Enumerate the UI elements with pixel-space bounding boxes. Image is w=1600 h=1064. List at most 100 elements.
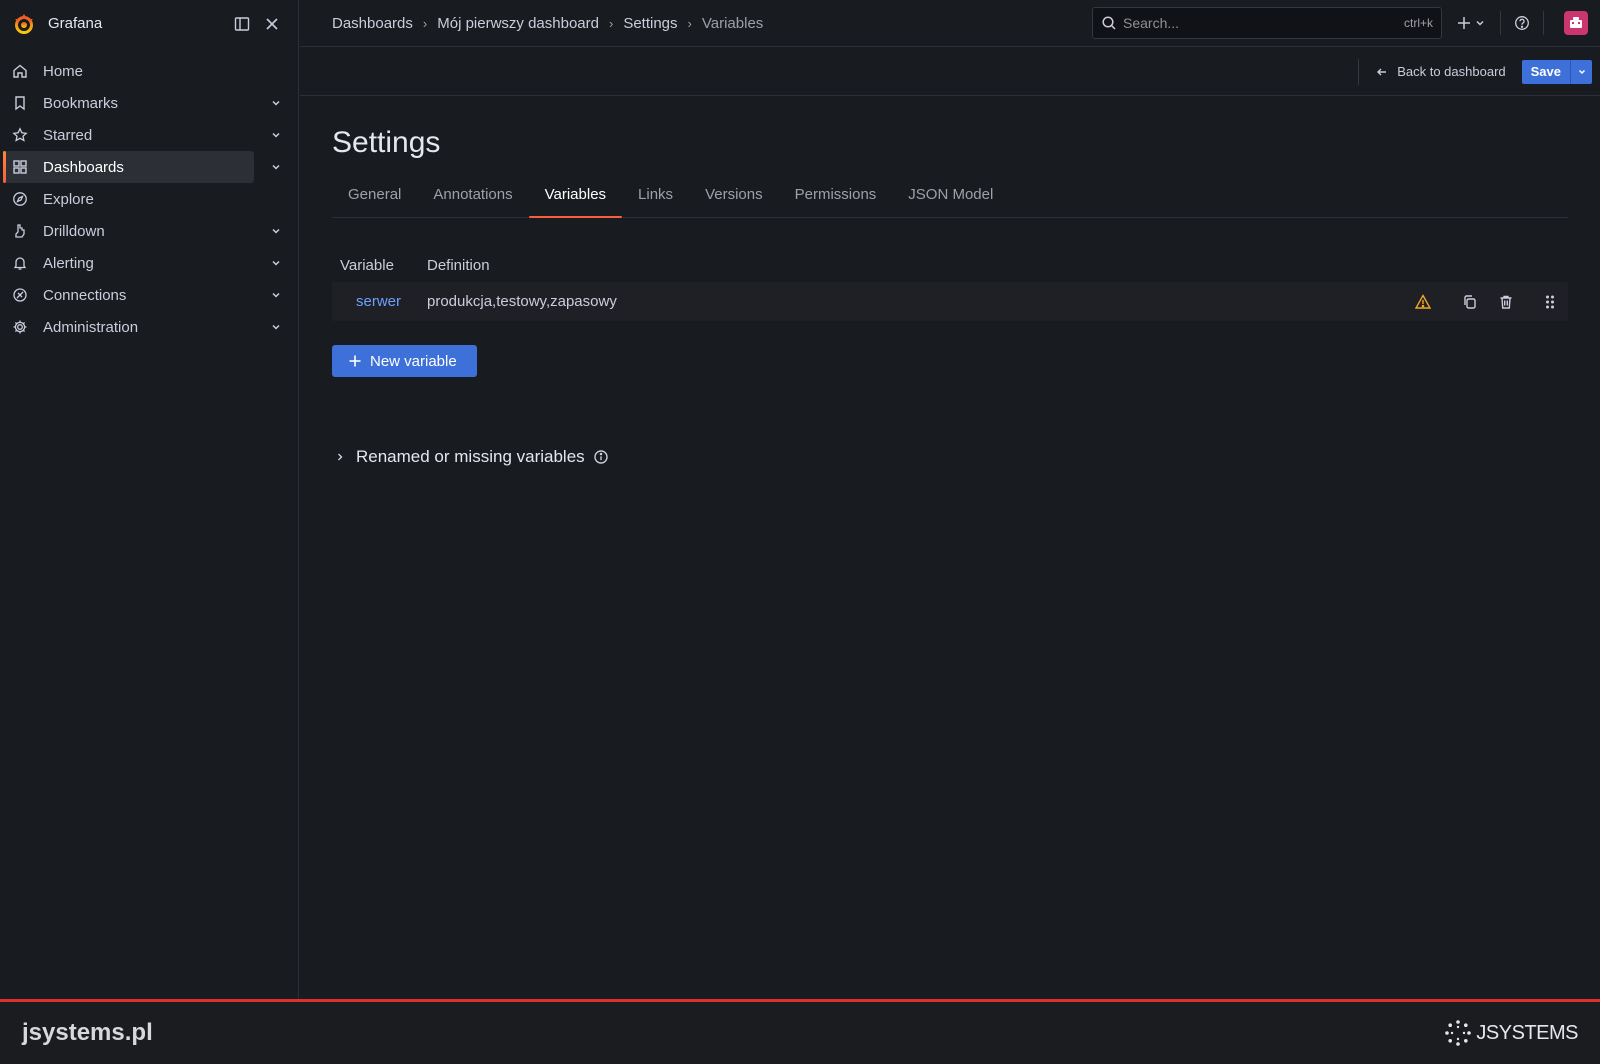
tab-json-model[interactable]: JSON Model bbox=[892, 180, 1009, 217]
chevron-down-icon[interactable] bbox=[268, 127, 284, 143]
help-icon[interactable] bbox=[1511, 15, 1533, 31]
arrow-left-icon bbox=[1375, 65, 1389, 79]
sidebar-item-label: Starred bbox=[43, 126, 93, 144]
variable-name-link[interactable]: serwer bbox=[332, 293, 427, 310]
variable-definition: produkcja,testowy,zapasowy bbox=[427, 293, 617, 310]
breadcrumb-dashboards[interactable]: Dashboards bbox=[332, 15, 413, 32]
column-header-definition: Definition bbox=[427, 256, 490, 274]
close-icon[interactable] bbox=[258, 10, 286, 38]
sidebar-item-home[interactable]: Home bbox=[4, 55, 254, 87]
page-title: Settings bbox=[332, 126, 441, 159]
trash-icon[interactable] bbox=[1496, 292, 1516, 312]
sidebar-item-label: Explore bbox=[43, 190, 94, 208]
sidebar-item-label: Administration bbox=[43, 318, 139, 336]
sidebar-item-label: Dashboards bbox=[43, 158, 124, 176]
sunburst-icon bbox=[1444, 1019, 1472, 1047]
sidebar-item-label: Connections bbox=[43, 286, 127, 304]
tab-variables[interactable]: Variables bbox=[528, 180, 623, 218]
divider bbox=[1358, 58, 1360, 85]
breadcrumb-separator-icon: › bbox=[422, 15, 428, 31]
sidebar: Grafana Home Bookmarks Starred Dashboard… bbox=[0, 0, 299, 1000]
breadcrumb-dashboard[interactable]: Mój pierwszy dashboard bbox=[437, 15, 599, 32]
search-placeholder: Search... bbox=[1123, 15, 1180, 31]
plus-icon bbox=[348, 354, 362, 368]
drilldown-icon bbox=[12, 223, 28, 239]
save-button[interactable]: Save bbox=[1521, 59, 1570, 84]
chevron-down-icon[interactable] bbox=[268, 255, 284, 271]
footer-site: jsystems.pl bbox=[22, 1019, 153, 1046]
sidebar-item-dashboards[interactable]: Dashboards bbox=[3, 151, 254, 183]
sidebar-item-connections[interactable]: Connections bbox=[4, 279, 254, 311]
settings-tabs: General Annotations Variables Links Vers… bbox=[332, 180, 1568, 218]
connections-icon bbox=[12, 287, 28, 303]
tab-general[interactable]: General bbox=[332, 180, 417, 217]
home-icon bbox=[12, 63, 28, 79]
chevron-down-icon[interactable] bbox=[268, 223, 284, 239]
renamed-variables-section[interactable]: Renamed or missing variables bbox=[332, 447, 1568, 467]
grafana-logo-icon[interactable] bbox=[12, 12, 36, 36]
back-to-dashboard-label: Back to dashboard bbox=[1397, 64, 1506, 79]
tab-versions[interactable]: Versions bbox=[689, 180, 779, 217]
tab-permissions[interactable]: Permissions bbox=[779, 180, 893, 217]
new-variable-label: New variable bbox=[370, 352, 457, 370]
divider bbox=[1500, 11, 1501, 35]
tab-annotations[interactable]: Annotations bbox=[417, 180, 528, 217]
duplicate-icon[interactable] bbox=[1460, 292, 1480, 312]
drag-handle-icon[interactable] bbox=[1540, 292, 1560, 312]
back-to-dashboard-button[interactable]: Back to dashboard bbox=[1375, 64, 1506, 79]
compass-icon bbox=[12, 191, 28, 207]
star-icon bbox=[12, 127, 28, 143]
jsystems-logo: JSYSTEMS bbox=[1444, 1019, 1578, 1047]
divider bbox=[1543, 11, 1544, 35]
add-new-button[interactable] bbox=[1454, 15, 1490, 31]
row-actions bbox=[1413, 292, 1568, 312]
column-header-variable: Variable bbox=[340, 256, 394, 274]
table-header: Variable Definition bbox=[332, 248, 1568, 282]
chevron-down-icon[interactable] bbox=[268, 287, 284, 303]
nav-menu: Home Bookmarks Starred Dashboards Explor… bbox=[0, 47, 298, 343]
variables-table: Variable Definition serwer produkcja,tes… bbox=[332, 248, 1568, 321]
footer-banner: jsystems.pl JSYSTEMS bbox=[0, 999, 1600, 1064]
save-button-group: Save bbox=[1521, 59, 1592, 84]
breadcrumb-separator-icon: › bbox=[687, 15, 692, 31]
app-name: Grafana bbox=[48, 15, 103, 32]
settings-page: Settings General Annotations Variables L… bbox=[332, 96, 1568, 467]
breadcrumb-separator-icon: › bbox=[608, 15, 614, 31]
search-input[interactable]: Search... ctrl+k bbox=[1092, 7, 1442, 39]
chevron-down-icon[interactable] bbox=[268, 319, 284, 335]
warning-icon[interactable] bbox=[1413, 292, 1433, 312]
search-icon bbox=[1101, 15, 1117, 31]
breadcrumb-variables: Variables bbox=[701, 14, 764, 32]
chevron-down-icon[interactable] bbox=[268, 159, 284, 175]
chevron-right-icon[interactable] bbox=[332, 449, 348, 465]
search-shortcut: ctrl+k bbox=[1403, 16, 1433, 30]
chevron-down-icon[interactable] bbox=[268, 95, 284, 111]
top-bar: Dashboards › Mój pierwszy dashboard › Se… bbox=[300, 0, 1600, 47]
sidebar-item-label: Alerting bbox=[43, 254, 94, 272]
sidebar-header: Grafana bbox=[0, 0, 298, 47]
sidebar-item-label: Drilldown bbox=[43, 222, 105, 240]
sidebar-item-label: Bookmarks bbox=[43, 94, 119, 112]
bookmark-icon bbox=[12, 95, 28, 111]
dashboards-grid-icon bbox=[12, 159, 28, 175]
avatar[interactable] bbox=[1564, 11, 1588, 35]
bell-icon bbox=[12, 255, 28, 271]
breadcrumb-settings[interactable]: Settings bbox=[623, 15, 677, 32]
gear-icon bbox=[12, 319, 28, 335]
save-options-button[interactable] bbox=[1570, 59, 1592, 84]
breadcrumb: Dashboards › Mój pierwszy dashboard › Se… bbox=[332, 15, 1092, 32]
sidebar-item-label: Home bbox=[43, 62, 84, 80]
footer-brand: JSYSTEMS bbox=[1476, 1021, 1578, 1044]
new-variable-button[interactable]: New variable bbox=[332, 345, 477, 377]
sidebar-item-drilldown[interactable]: Drilldown bbox=[4, 215, 254, 247]
renamed-variables-label: Renamed or missing variables bbox=[356, 447, 585, 466]
sidebar-item-explore[interactable]: Explore bbox=[4, 183, 254, 215]
sidebar-item-bookmarks[interactable]: Bookmarks bbox=[4, 87, 254, 119]
dock-sidebar-icon[interactable] bbox=[228, 10, 256, 38]
table-row: serwer produkcja,testowy,zapasowy bbox=[332, 282, 1568, 321]
sidebar-item-alerting[interactable]: Alerting bbox=[4, 247, 254, 279]
info-icon[interactable] bbox=[593, 449, 609, 465]
sidebar-item-starred[interactable]: Starred bbox=[4, 119, 254, 151]
tab-links[interactable]: Links bbox=[622, 180, 689, 217]
sidebar-item-administration[interactable]: Administration bbox=[4, 311, 254, 343]
